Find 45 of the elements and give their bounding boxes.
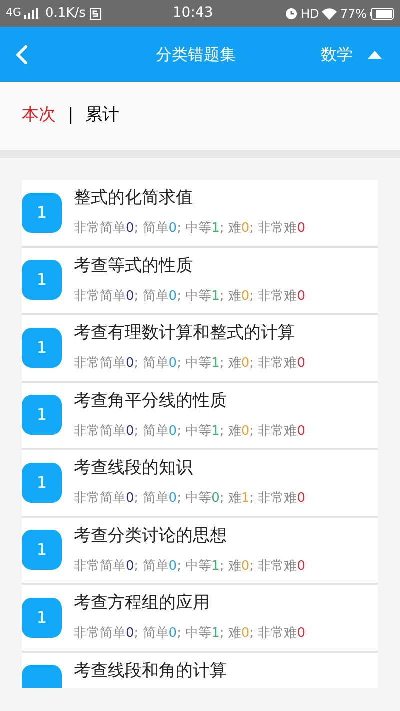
difficulty-stats: 非常简单0; 简单0; 中等1; 难0; 非常难0 — [74, 625, 306, 643]
item-title: 考查线段和角的计算 — [74, 660, 227, 682]
page-title: 分类错题集 — [156, 44, 236, 66]
tab-separator: | — [68, 104, 74, 128]
app-icon — [90, 8, 101, 20]
alarm-icon — [285, 7, 298, 20]
speed-label: 0.1K/s — [46, 4, 86, 23]
item-title: 考查角平分线的性质 — [74, 390, 228, 412]
network-label: 4G — [6, 5, 22, 22]
difficulty-stats: 非常简单0; 简单0; 中等1; 难0; 非常难0 — [74, 288, 306, 306]
difficulty-stats: 非常简单0; 简单0; 中等1; 难0; 非常难0 — [74, 355, 306, 373]
list-item[interactable]: 1 考查等式的性质 非常简单0; 简单0; 中等1; 难0; 非常难0 — [22, 248, 378, 315]
list-item[interactable]: 1 考查角平分线的性质 非常简单0; 简单0; 中等1; 难0; 非常难0 — [22, 382, 378, 450]
count-badge: 1 — [22, 260, 62, 300]
hd-label: HD — [301, 6, 320, 22]
clock: 10:43 — [172, 4, 214, 23]
count-badge: 1 — [22, 328, 62, 368]
item-title: 考查分类讨论的思想 — [74, 524, 228, 548]
caret-icon — [368, 50, 382, 58]
list-item[interactable]: 1 考查线段的知识 非常简单0; 简单0; 中等0; 难1; 非常难0 — [22, 450, 378, 518]
item-title: 考查有理数计算和整式的计算 — [74, 322, 296, 345]
difficulty-stats: 非常简单0; 简单0; 中等1; 难0; 非常难0 — [74, 220, 306, 238]
list-item[interactable]: 1 考查分类讨论的思想 非常简单0; 简单0; 中等1; 难0; 非常难0 — [22, 518, 378, 585]
difficulty-stats: 非常简单0; 简单0; 中等1; 难0; 非常难0 — [74, 422, 306, 440]
count-badge: 1 — [22, 462, 62, 503]
item-title: 考查线段的知识 — [74, 457, 194, 480]
count-badge: 1 — [22, 598, 62, 638]
battery-icon — [370, 8, 394, 20]
item-title: 考查等式的性质 — [74, 254, 194, 278]
tab[interactable]: 本次 — [22, 103, 56, 129]
count-badge: 1 — [22, 395, 62, 436]
tab[interactable]: 累计 — [86, 103, 120, 129]
list-item[interactable]: 考查线段和角的计算 — [22, 652, 378, 688]
item-title: 考查方程组的应用 — [74, 592, 211, 615]
signal-icon — [24, 8, 38, 19]
item-title: 整式的化简求值 — [74, 187, 194, 210]
battery-label: 77% — [340, 6, 367, 22]
difficulty-stats: 非常简单0; 简单0; 中等1; 难0; 非常难0 — [74, 558, 306, 576]
wifi-icon — [322, 8, 338, 20]
list-item[interactable]: 1 考查有理数计算和整式的计算 非常简单0; 简单0; 中等1; 难0; 非常难0 — [22, 315, 378, 382]
count-badge: 1 — [22, 192, 62, 233]
list-item[interactable]: 1 考查方程组的应用 非常简单0; 简单0; 中等1; 难0; 非常难0 — [22, 585, 378, 652]
list-item[interactable]: 1 整式的化简求值 非常简单0; 简单0; 中等1; 难0; 非常难0 — [22, 180, 378, 248]
count-badge: 1 — [22, 530, 62, 570]
difficulty-stats: 非常简单0; 简单0; 中等0; 难1; 非常难0 — [74, 490, 306, 508]
